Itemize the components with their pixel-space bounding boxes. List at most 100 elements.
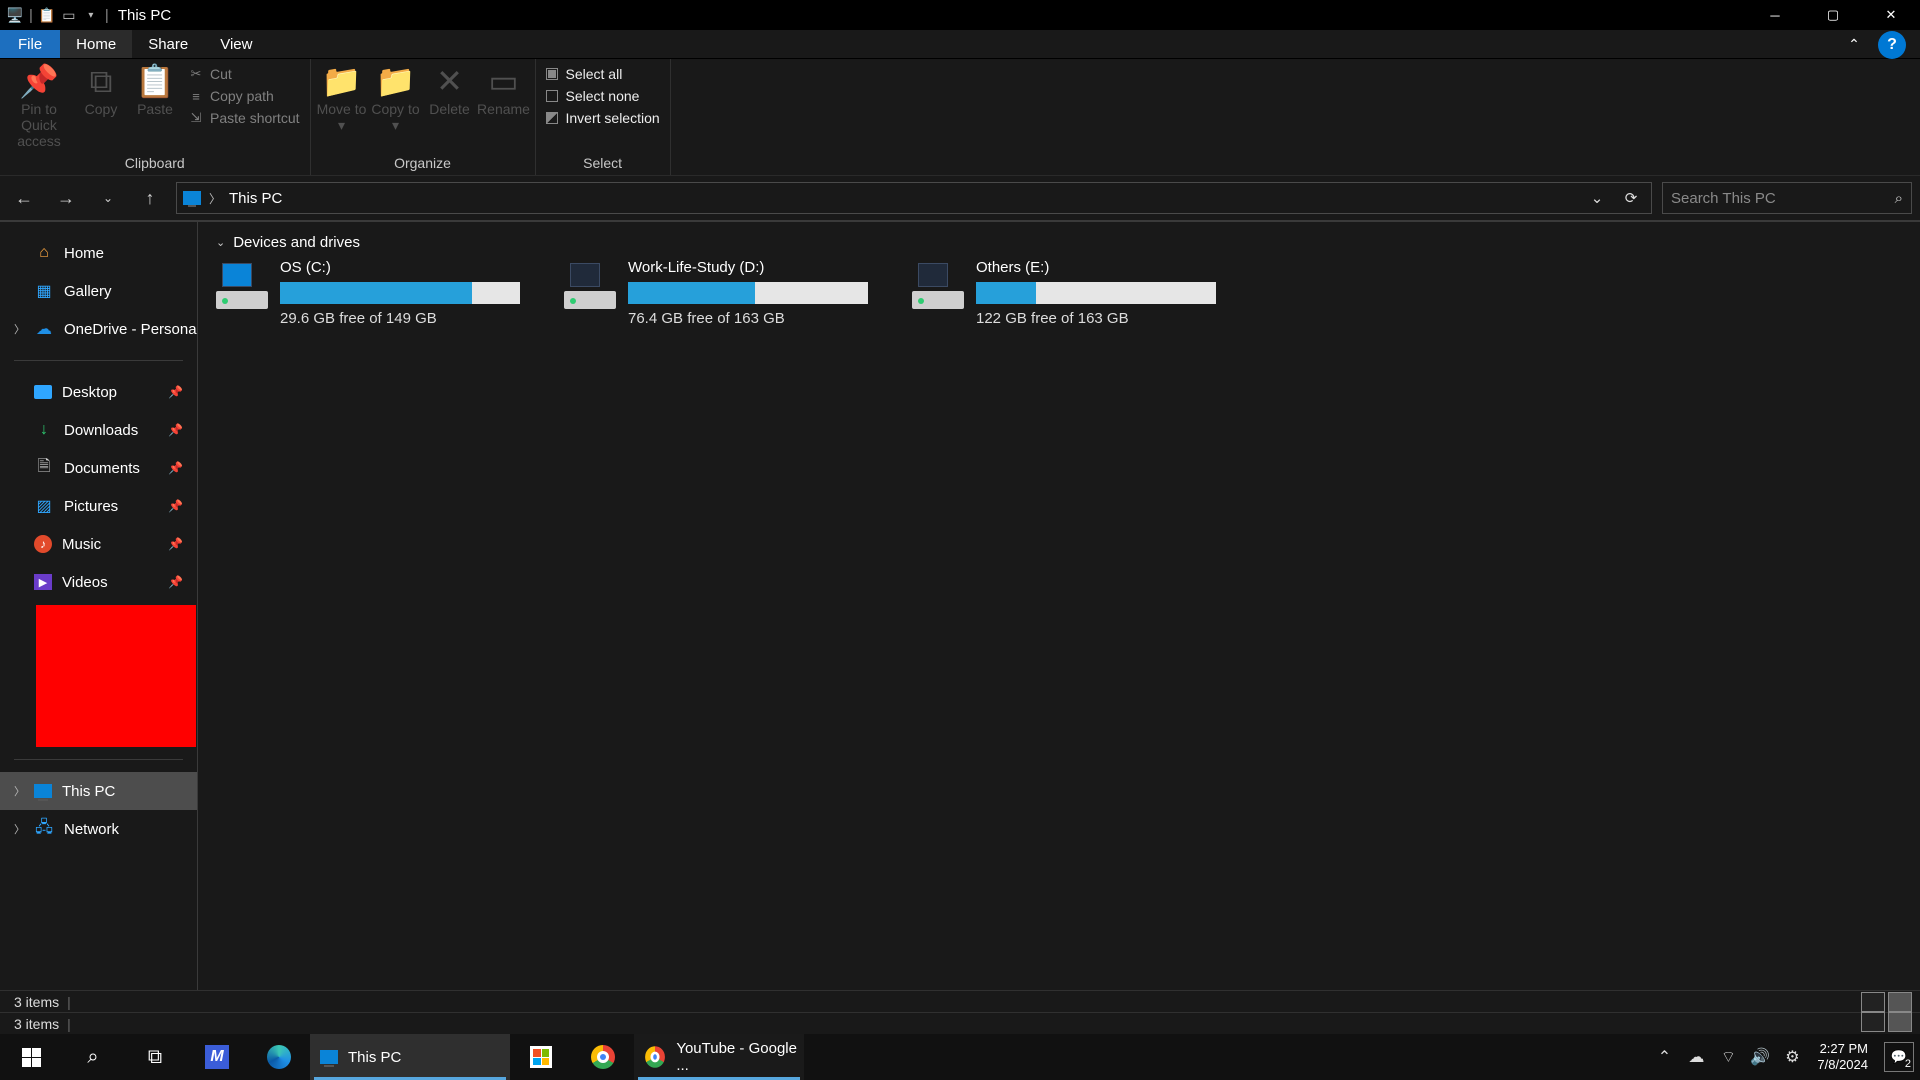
search-box[interactable]: Search This PC ⌕ xyxy=(1662,182,1912,214)
help-button[interactable]: ? xyxy=(1878,31,1906,59)
select-none-button[interactable]: Select none xyxy=(542,87,664,105)
paste-shortcut-button[interactable]: ⇲Paste shortcut xyxy=(184,109,304,127)
copy-icon: ⧉ xyxy=(90,65,113,97)
pin-icon[interactable]: 📌 xyxy=(168,385,183,399)
delete-button[interactable]: ✕ Delete xyxy=(425,63,475,117)
move-to-button[interactable]: 📁 Move to ▾ xyxy=(317,63,367,134)
notifications-button[interactable]: 💬2 xyxy=(1884,1042,1914,1072)
chevron-right-icon[interactable]: 〉 xyxy=(209,190,221,207)
pin-icon[interactable]: 📌 xyxy=(168,461,183,475)
sidebar-item-desktop[interactable]: Desktop 📌 xyxy=(0,373,197,411)
pin-icon[interactable]: 📌 xyxy=(168,423,183,437)
sidebar-item-downloads[interactable]: ↓ Downloads 📌 xyxy=(0,411,197,449)
minimize-button[interactable]: ─ xyxy=(1746,0,1804,30)
this-pc-icon xyxy=(34,784,52,798)
sidebar-item-pictures[interactable]: ▨ Pictures 📌 xyxy=(0,487,197,525)
taskbar-app-explorer[interactable]: This PC xyxy=(310,1034,510,1080)
new-folder-icon[interactable]: ▭ xyxy=(58,4,80,26)
recent-locations-button[interactable]: ⌄ xyxy=(92,182,124,214)
copy-path-button[interactable]: ≡Copy path xyxy=(184,87,304,105)
copy-button[interactable]: ⧉ Copy xyxy=(76,63,126,117)
clock[interactable]: 2:27 PM 7/8/2024 xyxy=(1811,1041,1874,1072)
chrome-icon xyxy=(645,1046,665,1068)
address-bar[interactable]: 〉 This PC ⌄ ⟳ xyxy=(176,182,1652,214)
minimize-ribbon-button[interactable]: ⌃ xyxy=(1840,32,1868,56)
drive-info: Work-Life-Study (D:)76.4 GB free of 163 … xyxy=(628,259,884,327)
sidebar-item-this-pc[interactable]: 〉 This PC xyxy=(0,772,197,810)
select-all-button[interactable]: Select all xyxy=(542,65,664,83)
pictures-icon: ▨ xyxy=(34,496,54,516)
expand-icon[interactable]: 〉 xyxy=(14,783,25,799)
system-tray: ⌃ ☁ ⌔ 🔊 ⚙ 2:27 PM 7/8/2024 💬2 xyxy=(1651,1034,1920,1080)
cut-button[interactable]: ✂Cut xyxy=(184,65,304,83)
tab-view[interactable]: View xyxy=(204,30,268,58)
tab-file[interactable]: File xyxy=(0,30,60,58)
settings-icon[interactable]: ⚙ xyxy=(1779,1044,1805,1070)
sidebar-item-network[interactable]: 〉 🖧 Network xyxy=(0,810,197,848)
drive-item[interactable]: Others (E:)122 GB free of 163 GB xyxy=(912,259,1232,327)
sidebar-item-onedrive[interactable]: 〉 ☁ OneDrive - Persona xyxy=(0,310,197,348)
details-view-button[interactable] xyxy=(1861,1012,1885,1032)
up-button[interactable]: ↑ xyxy=(134,182,166,214)
refresh-button[interactable]: ⟳ xyxy=(1617,184,1645,212)
drive-usage-bar xyxy=(628,282,868,304)
search-button[interactable]: ⌕ xyxy=(62,1034,124,1080)
drives-container: OS (C:)29.6 GB free of 149 GB Work-Life-S… xyxy=(216,259,1902,327)
item-count: 3 items xyxy=(14,1016,59,1032)
address-dropdown-button[interactable]: ⌄ xyxy=(1583,184,1611,212)
quick-access-toolbar: 🖥️ | 📋 ▭ ▾ | xyxy=(0,4,112,26)
pin-icon[interactable]: 📌 xyxy=(168,575,183,589)
start-button[interactable] xyxy=(0,1034,62,1080)
taskbar-app-youtube[interactable]: YouTube - Google ... xyxy=(634,1034,804,1080)
copy-to-icon: 📁 xyxy=(376,65,416,97)
expand-icon[interactable]: 〉 xyxy=(14,321,25,337)
sidebar-item-home[interactable]: ⌂ Home xyxy=(0,234,197,272)
sidebar-item-gallery[interactable]: ▦ Gallery xyxy=(0,272,197,310)
tray-overflow-button[interactable]: ⌃ xyxy=(1651,1044,1677,1070)
details-view-button-upper[interactable] xyxy=(1861,992,1885,1012)
invert-selection-button[interactable]: Invert selection xyxy=(542,109,664,127)
qat-dropdown-icon[interactable]: ▾ xyxy=(80,4,102,26)
forward-button[interactable]: → xyxy=(50,182,82,214)
copy-to-button[interactable]: 📁 Copy to ▾ xyxy=(371,63,421,134)
drive-item[interactable]: OS (C:)29.6 GB free of 149 GB xyxy=(216,259,536,327)
this-pc-icon xyxy=(320,1050,338,1064)
breadcrumb[interactable]: This PC xyxy=(229,190,282,207)
status-divider: | xyxy=(59,994,71,1010)
wifi-icon[interactable]: ⌔ xyxy=(1715,1044,1741,1070)
onedrive-tray-icon[interactable]: ☁ xyxy=(1683,1044,1709,1070)
task-view-button[interactable]: ⧉ xyxy=(124,1034,186,1080)
paste-button[interactable]: 📋 Paste xyxy=(130,63,180,117)
back-button[interactable]: ← xyxy=(8,182,40,214)
tab-share[interactable]: Share xyxy=(132,30,204,58)
pin-icon[interactable]: 📌 xyxy=(168,499,183,513)
taskbar: ⌕ ⧉ M This PC YouTube - Google ... ⌃ ☁ ⌔… xyxy=(0,1034,1920,1080)
taskbar-app-edge[interactable] xyxy=(248,1034,310,1080)
drive-item[interactable]: Work-Life-Study (D:)76.4 GB free of 163 … xyxy=(564,259,884,327)
rename-button[interactable]: ▭ Rename xyxy=(479,63,529,117)
section-header-devices[interactable]: ⌄ Devices and drives xyxy=(216,234,1902,251)
taskbar-app-chrome[interactable] xyxy=(572,1034,634,1080)
window-title: This PC xyxy=(112,7,171,24)
ribbon-tabs: File Home Share View ⌃ ? xyxy=(0,30,1920,58)
sidebar-item-music[interactable]: ♪ Music 📌 xyxy=(0,525,197,563)
volume-icon[interactable]: 🔊 xyxy=(1747,1044,1773,1070)
drive-icon xyxy=(912,263,964,309)
pin-icon[interactable]: 📌 xyxy=(168,537,183,551)
sidebar-item-videos[interactable]: ▶ Videos 📌 xyxy=(0,563,197,601)
taskbar-app-m[interactable]: M xyxy=(186,1034,248,1080)
sidebar-item-documents[interactable]: 🗎 Documents 📌 xyxy=(0,449,197,487)
large-icons-view-button[interactable] xyxy=(1888,1012,1912,1032)
large-icons-view-button-upper[interactable] xyxy=(1888,992,1912,1012)
taskbar-app-store[interactable] xyxy=(510,1034,572,1080)
close-button[interactable]: ✕ xyxy=(1862,0,1920,30)
tab-home[interactable]: Home xyxy=(60,30,132,58)
properties-icon[interactable]: 📋 xyxy=(36,4,58,26)
separator xyxy=(14,759,183,760)
expand-icon[interactable]: 〉 xyxy=(14,821,25,837)
search-icon[interactable]: ⌕ xyxy=(1895,190,1903,207)
pin-to-quick-access-button[interactable]: 📌 Pin to Quick access xyxy=(6,63,72,149)
copy-path-icon: ≡ xyxy=(188,89,204,104)
desktop-icon xyxy=(34,385,52,399)
maximize-button[interactable]: ▢ xyxy=(1804,0,1862,30)
